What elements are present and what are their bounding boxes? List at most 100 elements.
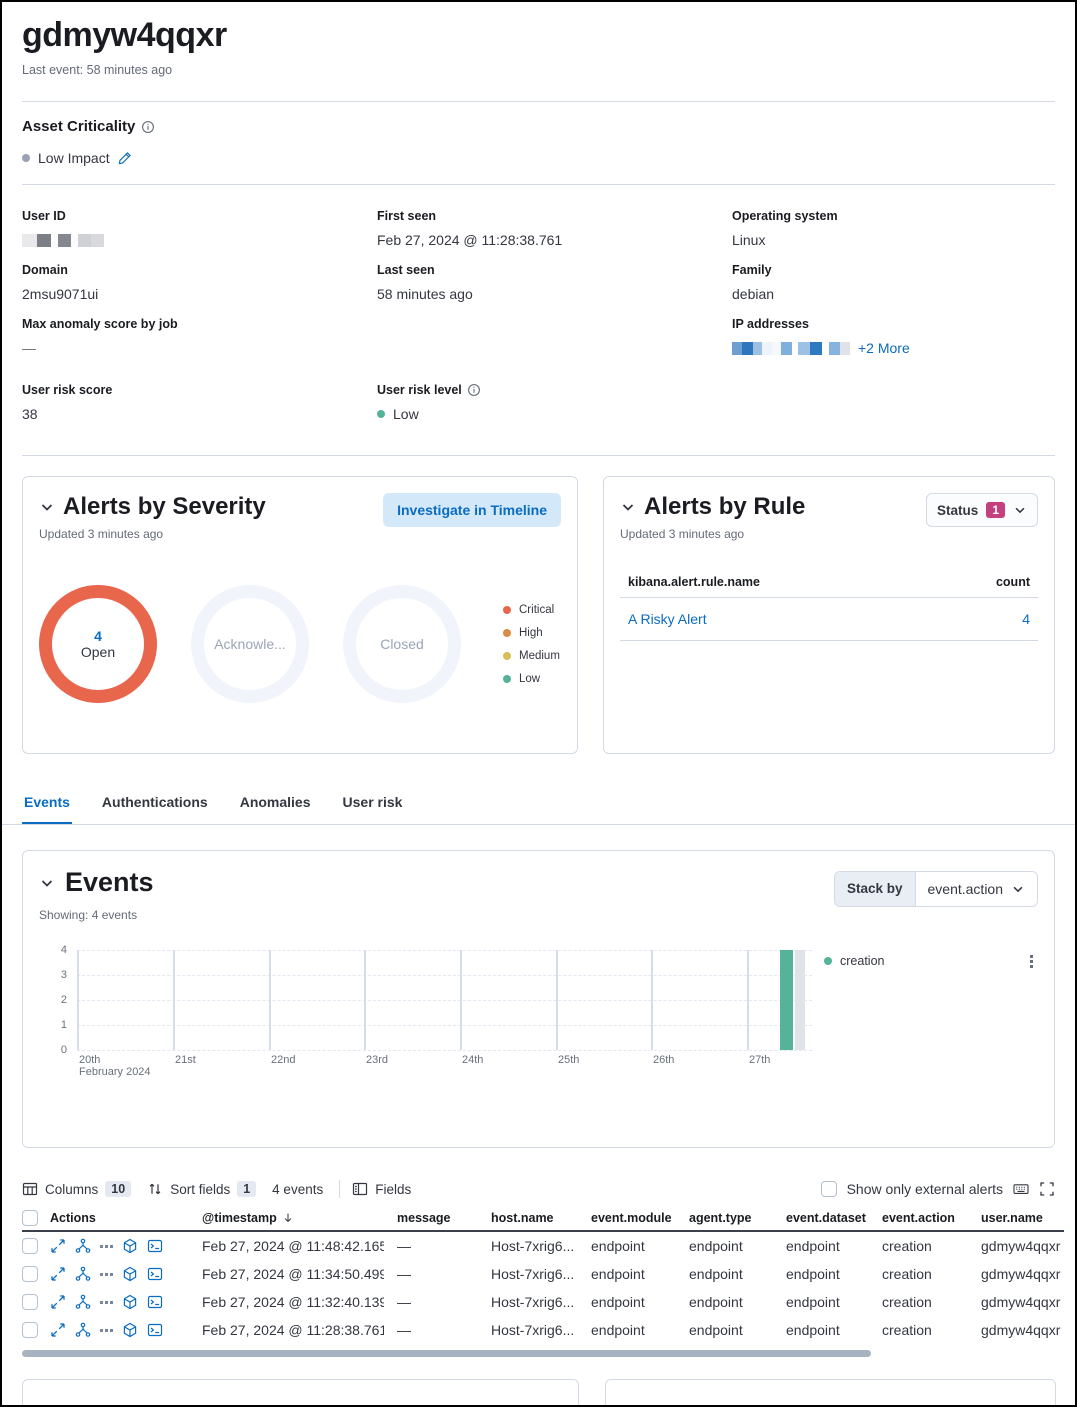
legend-label-creation[interactable]: creation [840, 954, 884, 968]
stack-by-control[interactable]: Stack by event.action [834, 871, 1038, 907]
expand-event-icon[interactable] [50, 1294, 66, 1310]
keyboard-icon[interactable] [1013, 1181, 1029, 1197]
terminal-icon[interactable] [147, 1322, 163, 1338]
analyze-event-icon[interactable] [75, 1238, 91, 1254]
redacted-ip-addresses [732, 342, 850, 355]
header-host-name[interactable]: host.name [491, 1211, 591, 1225]
cell-agent-type: endpoint [689, 1266, 786, 1282]
terminal-icon[interactable] [147, 1238, 163, 1254]
stack-by-value: event.action [928, 881, 1004, 897]
donut-closed[interactable]: Closed [343, 585, 461, 703]
row-checkbox[interactable] [22, 1266, 38, 1282]
donut-open[interactable]: 4 Open [39, 585, 157, 703]
columns-button[interactable]: Columns 10 [22, 1181, 131, 1197]
more-actions-icon[interactable] [100, 1273, 113, 1276]
cell-user-name[interactable]: gdmyw4qqxr [981, 1238, 1064, 1254]
rule-name-column-header: kibana.alert.rule.name [628, 575, 760, 589]
x-tick: 24th [462, 1054, 483, 1066]
terminal-icon[interactable] [147, 1266, 163, 1282]
chevron-down-icon[interactable] [39, 875, 55, 891]
row-checkbox[interactable] [22, 1322, 38, 1338]
horizontal-scrollbar[interactable] [22, 1350, 871, 1357]
event-row: Feb 27, 2024 @ 11:32:40.139 — Host-7xrig… [22, 1288, 1064, 1316]
info-icon[interactable] [467, 383, 481, 397]
cell-event-action: creation [882, 1266, 981, 1282]
x-tick: 20th [79, 1054, 100, 1066]
rule-count-link[interactable]: 4 [1022, 611, 1030, 627]
row-checkbox[interactable] [22, 1238, 38, 1254]
chart-options-kebab-icon[interactable] [1027, 952, 1036, 971]
fullscreen-icon[interactable] [1039, 1181, 1055, 1197]
legend-dot-high [503, 629, 511, 637]
cell-event-dataset: endpoint [786, 1294, 882, 1310]
events-histogram-panel: Events Showing: 4 events Stack by event.… [22, 850, 1055, 1148]
header-event-action[interactable]: event.action [882, 1211, 981, 1225]
user-overview-grid: User ID Domain 2msu9071ui Max anomaly sc… [2, 185, 1075, 373]
header-event-dataset[interactable]: event.dataset [786, 1211, 882, 1225]
chevron-down-icon[interactable] [39, 499, 55, 515]
tab-user-risk[interactable]: User risk [341, 786, 405, 824]
expand-event-icon[interactable] [50, 1322, 66, 1338]
cell-host-name[interactable]: Host-7xrig6... [491, 1322, 591, 1338]
session-view-icon[interactable] [122, 1322, 138, 1338]
rule-name-link[interactable]: A Risky Alert [628, 611, 707, 627]
cell-user-name[interactable]: gdmyw4qqxr [981, 1322, 1064, 1338]
investigate-in-timeline-button[interactable]: Investigate in Timeline [383, 493, 561, 527]
x-tick: 25th [558, 1054, 579, 1066]
external-alerts-checkbox[interactable] [821, 1181, 837, 1197]
more-actions-icon[interactable] [100, 1245, 113, 1248]
status-filter-button[interactable]: Status 1 [926, 493, 1038, 527]
analyze-event-icon[interactable] [75, 1294, 91, 1310]
chevron-down-icon[interactable] [620, 499, 636, 515]
field-last-seen: Last seen 58 minutes ago [377, 261, 732, 304]
tab-authentications[interactable]: Authentications [100, 786, 210, 824]
legend-dot-medium [503, 652, 511, 660]
header-user-name[interactable]: user.name [981, 1211, 1064, 1225]
ip-more-link[interactable]: +2 More [858, 340, 910, 356]
x-tick: 27th [749, 1054, 770, 1066]
cell-host-name[interactable]: Host-7xrig6... [491, 1294, 591, 1310]
tab-events[interactable]: Events [22, 786, 72, 824]
cell-event-action: creation [882, 1294, 981, 1310]
cell-timestamp: Feb 27, 2024 @ 11:48:42.165 [202, 1238, 384, 1254]
header-timestamp[interactable]: @timestamp [202, 1211, 384, 1225]
expand-event-icon[interactable] [50, 1266, 66, 1282]
chevron-down-icon [1013, 503, 1027, 517]
sort-fields-button[interactable]: Sort fields 1 [147, 1181, 256, 1197]
cell-user-name[interactable]: gdmyw4qqxr [981, 1266, 1064, 1282]
grid-header-row: Actions @timestamp message host.name eve… [22, 1206, 1064, 1232]
row-checkbox[interactable] [22, 1294, 38, 1310]
analyze-event-icon[interactable] [75, 1322, 91, 1338]
edit-pencil-icon[interactable] [118, 151, 132, 165]
stack-by-label: Stack by [835, 872, 915, 906]
cell-user-name[interactable]: gdmyw4qqxr [981, 1294, 1064, 1310]
expand-event-icon[interactable] [50, 1238, 66, 1254]
chart-bar-creation[interactable] [780, 950, 793, 1050]
cell-event-dataset: endpoint [786, 1266, 882, 1282]
more-actions-icon[interactable] [100, 1329, 113, 1332]
header-event-module[interactable]: event.module [591, 1211, 689, 1225]
cell-host-name[interactable]: Host-7xrig6... [491, 1266, 591, 1282]
session-view-icon[interactable] [122, 1294, 138, 1310]
info-icon[interactable] [141, 120, 155, 134]
status-count-badge: 1 [986, 502, 1005, 518]
terminal-icon[interactable] [147, 1294, 163, 1310]
more-actions-icon[interactable] [100, 1301, 113, 1304]
header-actions: Actions [50, 1211, 202, 1225]
session-view-icon[interactable] [122, 1266, 138, 1282]
fields-button[interactable]: Fields [352, 1181, 411, 1197]
header-message[interactable]: message [384, 1211, 491, 1225]
events-table-toolbar: Columns 10 Sort fields 1 4 events Fields… [22, 1180, 1055, 1198]
donut-acknowledged[interactable]: Acknowle... [191, 585, 309, 703]
select-all-checkbox[interactable] [22, 1210, 38, 1226]
header-agent-type[interactable]: agent.type [689, 1211, 786, 1225]
external-alerts-label: Show only external alerts [847, 1181, 1003, 1197]
severity-legend: Critical High Medium Low [503, 604, 560, 685]
cell-agent-type: endpoint [689, 1294, 786, 1310]
tab-anomalies[interactable]: Anomalies [238, 786, 313, 824]
field-risk-level: User risk level Low [377, 381, 1055, 424]
session-view-icon[interactable] [122, 1238, 138, 1254]
open-count[interactable]: 4 [94, 628, 102, 644]
analyze-event-icon[interactable] [75, 1266, 91, 1282]
cell-host-name[interactable]: Host-7xrig6... [491, 1238, 591, 1254]
